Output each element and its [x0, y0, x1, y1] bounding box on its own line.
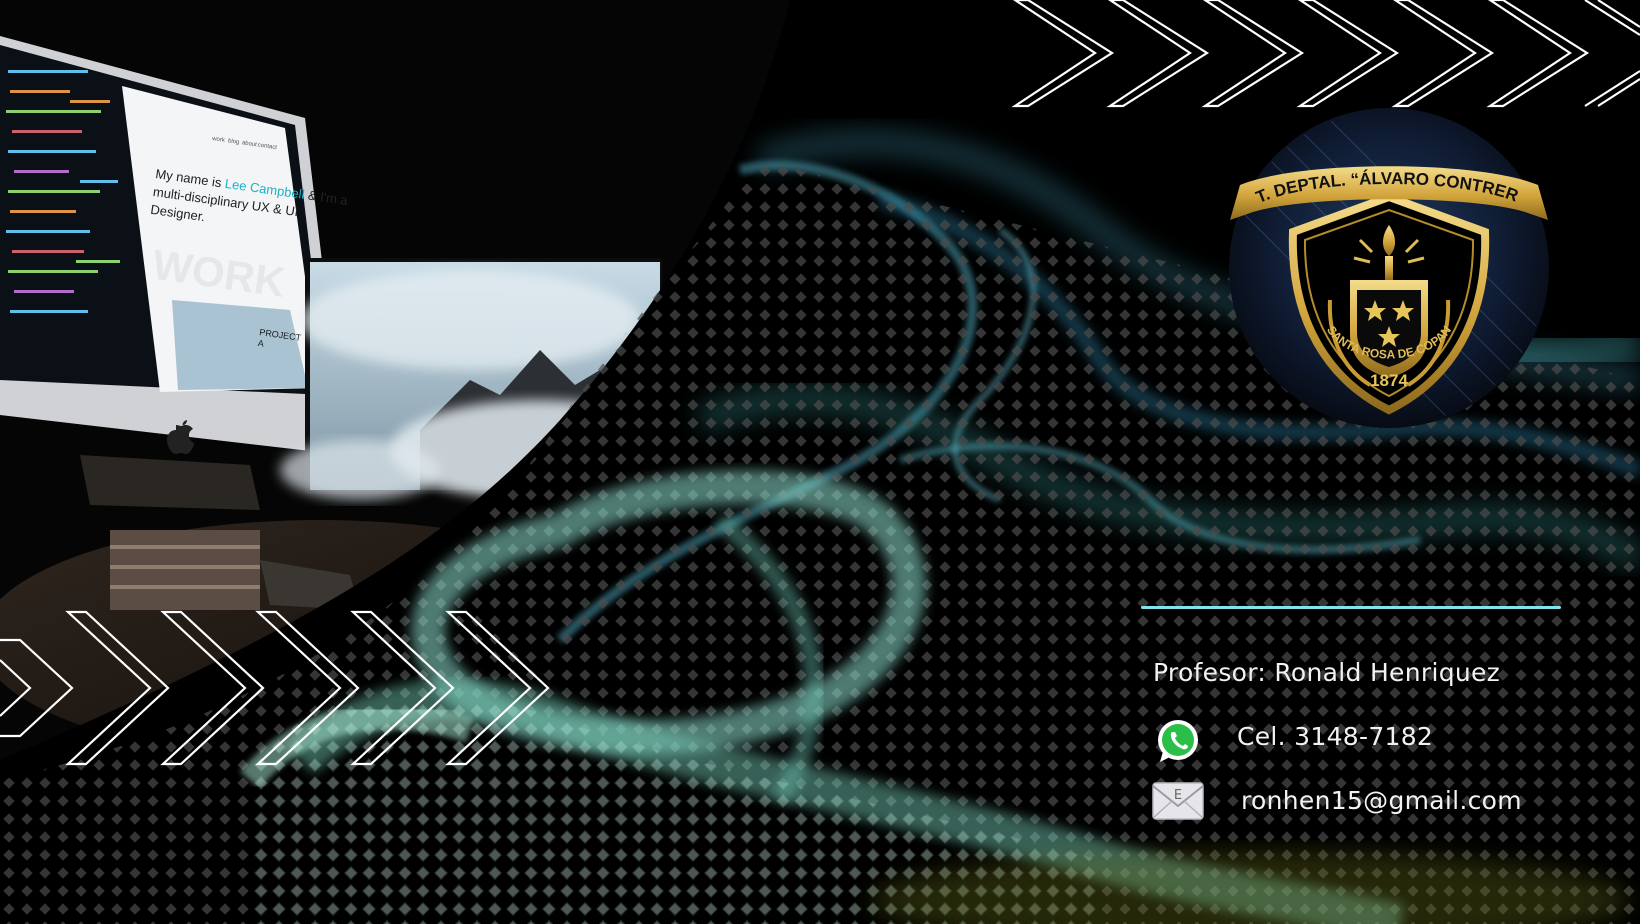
envelope-letter: E	[1174, 788, 1182, 803]
teacher-name: Profesor: Ronald Henriquez	[1153, 658, 1501, 687]
email-address: ronhen15@gmail.com	[1241, 786, 1522, 815]
emblem-year: 1874	[1370, 371, 1408, 390]
project-card	[172, 300, 308, 390]
book-stack	[110, 530, 260, 610]
envelope-icon: E	[1152, 782, 1204, 820]
phone-number: Cel. 3148-7182	[1237, 722, 1434, 751]
accent-divider	[1141, 606, 1561, 609]
